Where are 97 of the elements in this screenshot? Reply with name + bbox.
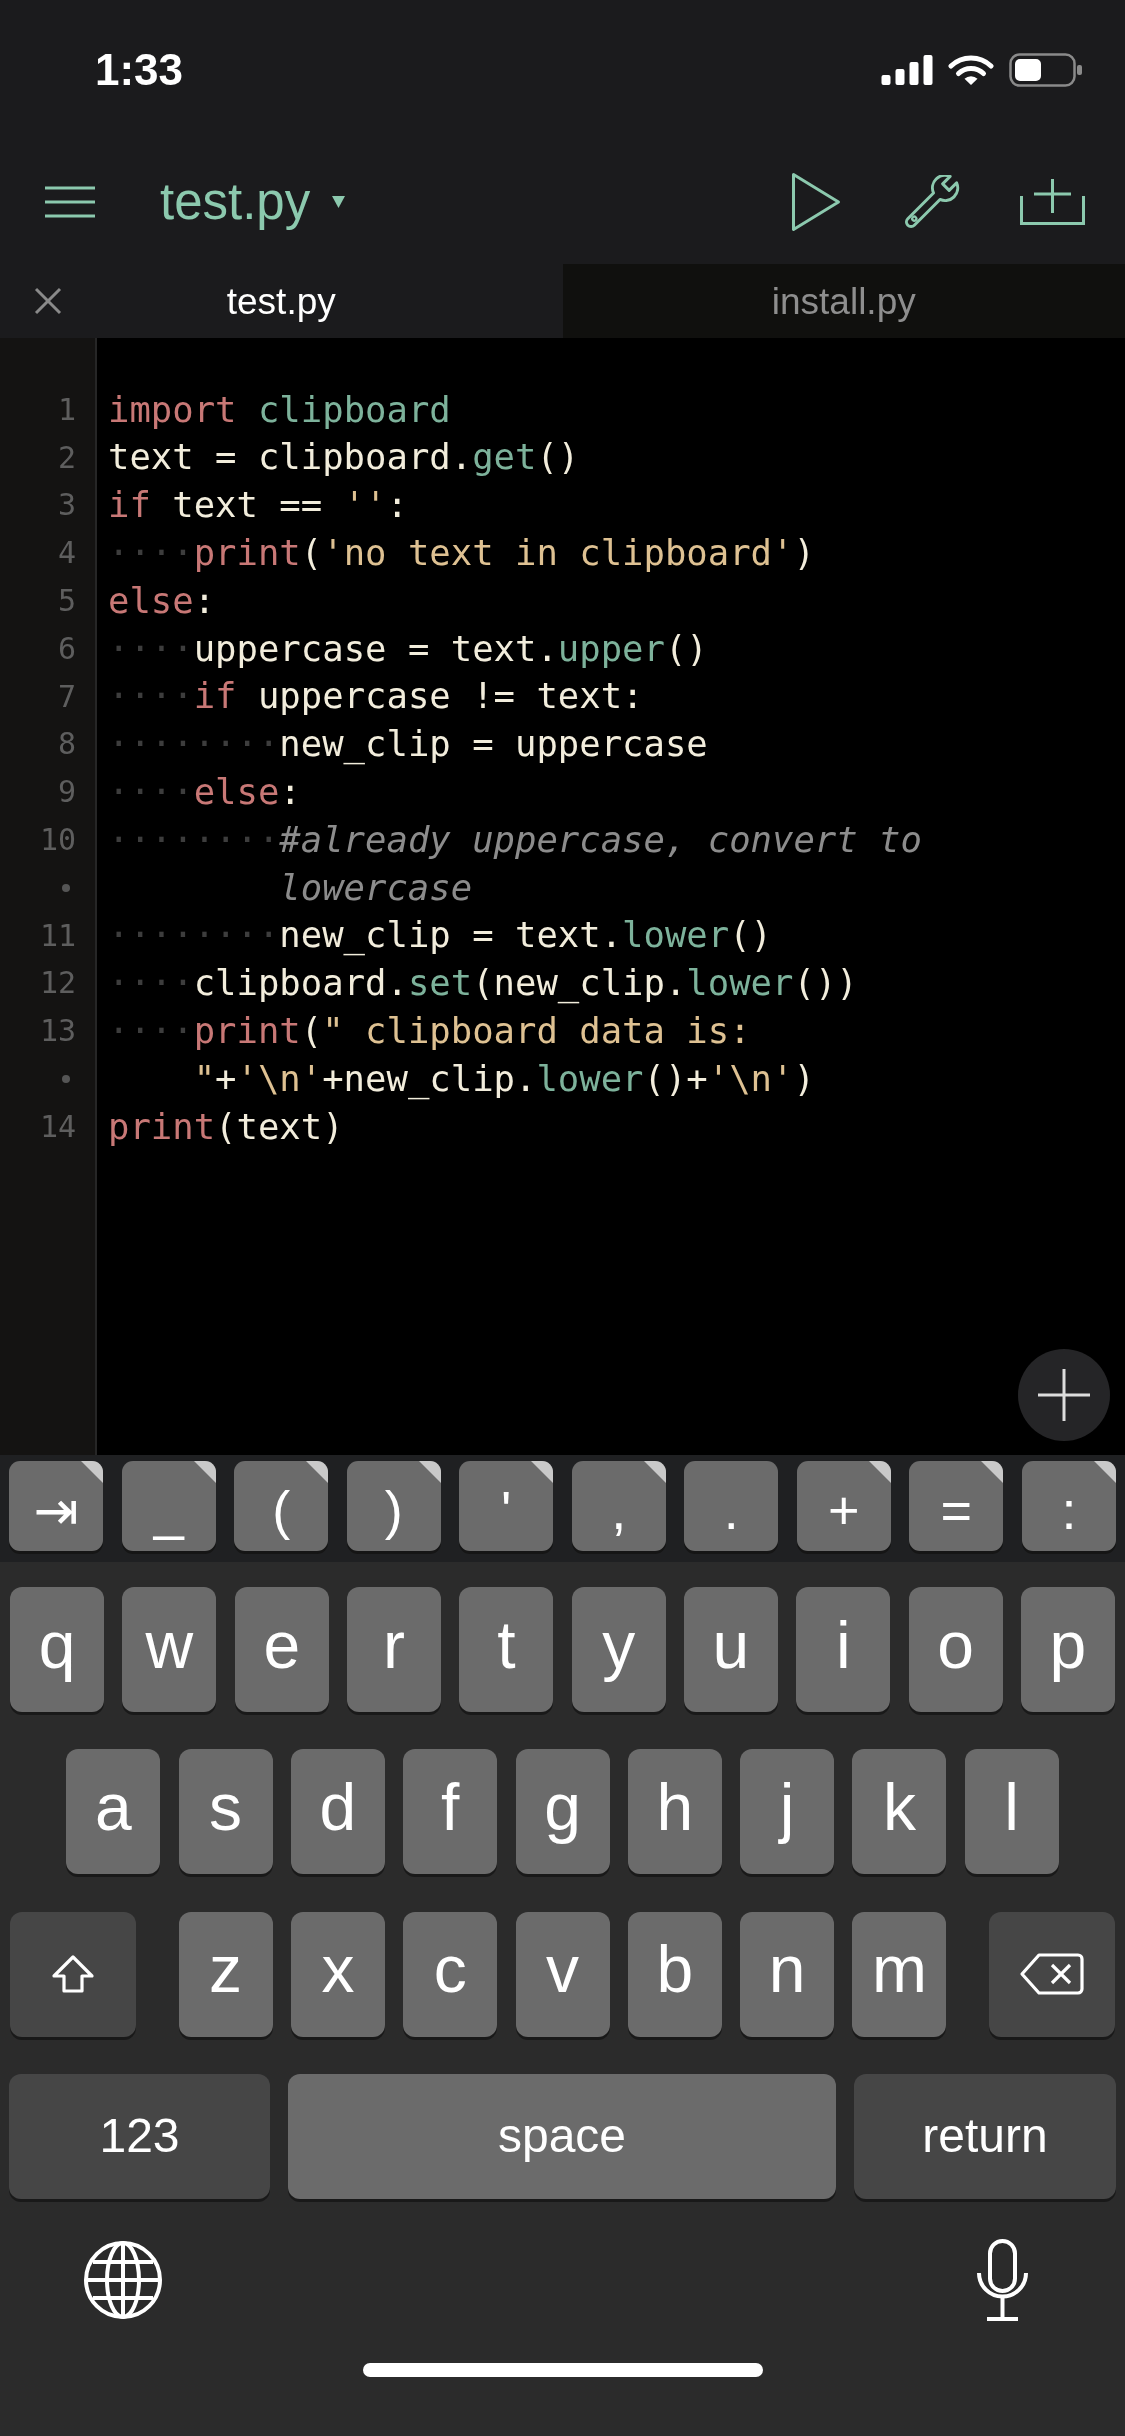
keyboard-key[interactable]: s bbox=[178, 1749, 273, 1875]
keyboard-key[interactable]: r bbox=[347, 1587, 442, 1712]
shortcut-key[interactable]: ( bbox=[234, 1461, 329, 1551]
keyboard-key[interactable]: v bbox=[515, 1911, 610, 2037]
corner-triangle-icon bbox=[306, 1461, 329, 1483]
line-number: 13 bbox=[39, 1013, 76, 1050]
line-number: 14 bbox=[39, 1108, 76, 1145]
keyboard-key[interactable]: d bbox=[290, 1749, 385, 1875]
code-line: if text == '': bbox=[108, 483, 408, 528]
line-number: 9 bbox=[57, 774, 76, 811]
play-icon[interactable] bbox=[791, 172, 841, 232]
backspace-key[interactable] bbox=[988, 1911, 1115, 2037]
code-editor[interactable] bbox=[0, 338, 1125, 1455]
corner-triangle-icon bbox=[868, 1461, 891, 1483]
keyboard-key[interactable]: a bbox=[66, 1749, 161, 1875]
line-number: 6 bbox=[57, 630, 76, 667]
line-number: 5 bbox=[57, 583, 76, 620]
corner-triangle-icon bbox=[981, 1461, 1004, 1483]
keyboard-key[interactable]: w bbox=[122, 1587, 217, 1712]
keyboard-key[interactable]: g bbox=[515, 1749, 610, 1875]
keyboard-key[interactable]: q bbox=[10, 1587, 105, 1712]
file-tab[interactable]: install.py bbox=[562, 264, 1125, 338]
shortcut-key[interactable]: = bbox=[909, 1461, 1004, 1551]
keyboard-key[interactable]: c bbox=[403, 1911, 498, 2037]
keyboard-key[interactable]: n bbox=[740, 1911, 835, 2037]
line-number: 2 bbox=[57, 439, 76, 476]
corner-triangle-icon bbox=[81, 1461, 104, 1483]
code-line: ····clipboard.set(new_clip.lower()) bbox=[108, 961, 858, 1006]
line-number: 1 bbox=[57, 391, 76, 428]
keyboard-key[interactable]: m bbox=[852, 1911, 947, 2037]
line-number: 3 bbox=[57, 487, 76, 524]
line-number: 4 bbox=[57, 535, 76, 572]
code-line: ····if uppercase != text: bbox=[108, 674, 644, 719]
code-line: ········new_clip = uppercase bbox=[108, 722, 708, 767]
shortcut-key[interactable]: + bbox=[796, 1461, 891, 1551]
line-number: 7 bbox=[57, 678, 76, 715]
code-line: ········new_clip = text.lower() bbox=[108, 913, 773, 958]
corner-triangle-icon bbox=[643, 1461, 666, 1483]
line-number: 11 bbox=[39, 917, 76, 954]
signal-icon bbox=[881, 55, 933, 85]
corner-triangle-icon bbox=[531, 1461, 554, 1483]
code-line: ····uppercase = text.upper() bbox=[108, 626, 708, 671]
keyboard-key[interactable]: b bbox=[627, 1911, 722, 2037]
keyboard-key[interactable]: f bbox=[403, 1749, 498, 1875]
code-line: else: bbox=[108, 578, 216, 623]
file-title-button[interactable]: test.py bbox=[160, 173, 346, 231]
keyboard-key[interactable]: y bbox=[571, 1587, 666, 1712]
shift-icon bbox=[51, 1954, 96, 1995]
code-line: text = clipboard.get() bbox=[108, 435, 580, 480]
shortcut-key[interactable]: . bbox=[684, 1461, 779, 1551]
code-line: ····print(" clipboard data is: bbox=[108, 1009, 751, 1053]
globe-icon[interactable] bbox=[83, 2240, 163, 2321]
code-line: ····print('no text in clipboard') bbox=[108, 531, 815, 576]
keyboard-key[interactable]: j bbox=[740, 1749, 835, 1875]
keyboard-key[interactable]: h bbox=[627, 1749, 722, 1875]
battery-icon bbox=[1009, 53, 1083, 87]
shortcut-key[interactable]: ' bbox=[459, 1461, 554, 1551]
space-key[interactable]: space bbox=[288, 2073, 836, 2199]
line-number: 10 bbox=[39, 822, 76, 859]
keyboard-key[interactable]: u bbox=[683, 1587, 778, 1712]
corner-triangle-icon bbox=[193, 1461, 216, 1483]
keyboard-key[interactable]: z bbox=[178, 1911, 273, 2037]
shortcut-key[interactable]: ) bbox=[346, 1461, 441, 1551]
close-icon[interactable] bbox=[33, 287, 62, 315]
code-line: "+'\n'+new_clip.lower()+'\n') bbox=[193, 1056, 815, 1102]
shift-key[interactable] bbox=[10, 1911, 137, 2037]
plus-icon[interactable] bbox=[1018, 1349, 1110, 1441]
wifi-icon bbox=[948, 54, 994, 86]
return-key[interactable]: return bbox=[854, 2073, 1116, 2199]
keyboard-key[interactable]: l bbox=[964, 1749, 1059, 1875]
line-number: 12 bbox=[39, 965, 76, 1002]
keyboard-key[interactable]: e bbox=[234, 1587, 329, 1712]
line-number: 8 bbox=[57, 726, 76, 763]
code-line: ····else: bbox=[108, 770, 301, 815]
keyboard-key[interactable]: i bbox=[796, 1587, 891, 1712]
code-line: import clipboard bbox=[108, 387, 451, 432]
caret-down-icon bbox=[332, 196, 346, 208]
microphone-icon[interactable] bbox=[974, 2238, 1031, 2322]
keyboard-key[interactable]: t bbox=[459, 1587, 554, 1712]
shortcut-key[interactable]: , bbox=[571, 1461, 666, 1551]
corner-triangle-icon bbox=[1094, 1461, 1116, 1483]
corner-triangle-icon bbox=[418, 1461, 441, 1483]
menu-icon[interactable] bbox=[45, 184, 95, 220]
shortcut-key[interactable]: _ bbox=[121, 1461, 216, 1551]
shortcut-key[interactable]: : bbox=[1021, 1461, 1116, 1551]
tray-plus-icon[interactable] bbox=[1020, 179, 1085, 225]
numbers-key[interactable]: 123 bbox=[9, 2073, 270, 2199]
code-line: print(text) bbox=[108, 1104, 344, 1149]
keyboard-key[interactable]: p bbox=[1020, 1587, 1115, 1712]
keyboard-key[interactable]: x bbox=[290, 1911, 385, 2037]
backspace-icon bbox=[1018, 1952, 1085, 1997]
code-line: lowercase bbox=[279, 865, 473, 910]
shortcut-key[interactable]: ⇥ bbox=[9, 1461, 104, 1551]
keyboard-key[interactable]: o bbox=[908, 1587, 1003, 1712]
keyboard-key[interactable]: k bbox=[852, 1749, 947, 1875]
code-line: ········#already uppercase, convert to bbox=[108, 817, 922, 862]
status-time: 1:33 bbox=[95, 48, 184, 92]
